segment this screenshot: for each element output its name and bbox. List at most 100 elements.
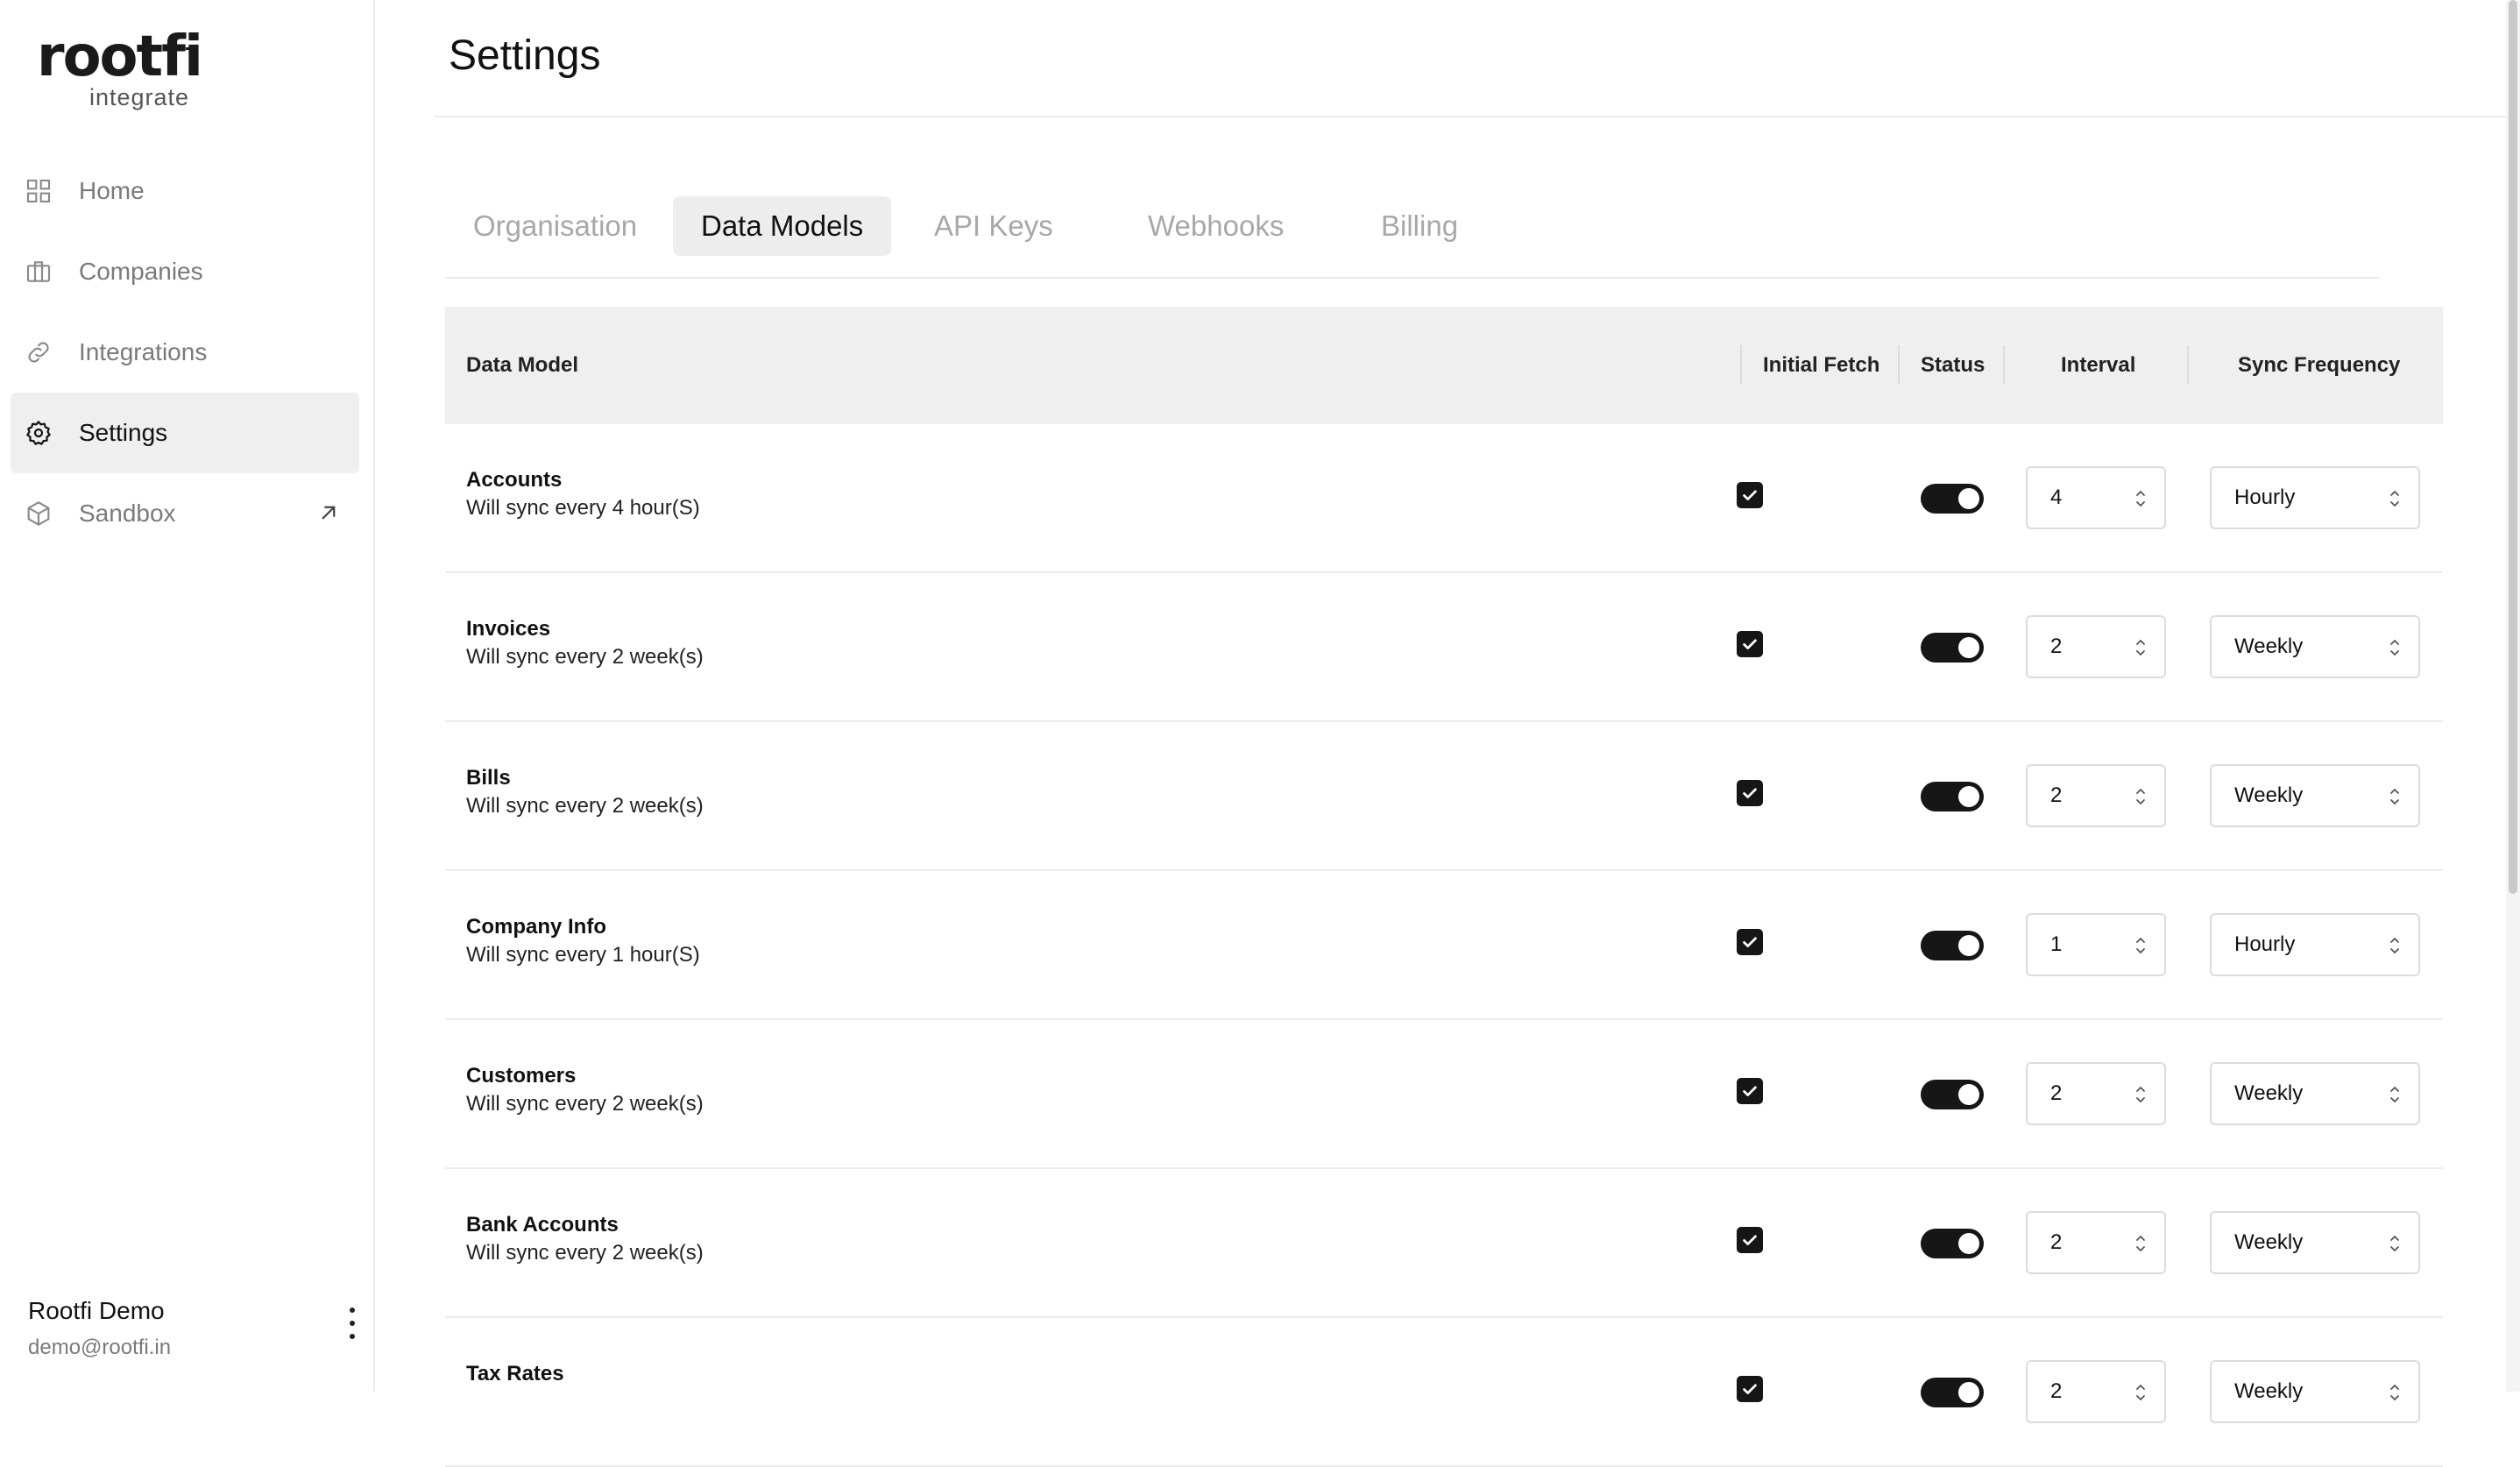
status-toggle[interactable]: [1921, 1229, 1984, 1258]
column-divider: [2187, 345, 2189, 384]
initial-fetch-checkbox[interactable]: [1737, 929, 1763, 955]
sync-frequency-select[interactable]: Weekly: [2210, 1211, 2420, 1274]
initial-fetch-checkbox[interactable]: [1737, 631, 1763, 657]
initial-fetch-checkbox[interactable]: [1737, 780, 1763, 806]
checkmark-icon: [1743, 1086, 1757, 1096]
toggle-knob: [1958, 1084, 1979, 1105]
checkmark-icon: [1743, 1235, 1757, 1245]
interval-input[interactable]: 2: [2026, 615, 2166, 678]
stepper-arrows-icon[interactable]: [2134, 934, 2147, 957]
status-toggle[interactable]: [1921, 931, 1984, 960]
toggle-knob: [1958, 935, 1979, 956]
interval-input[interactable]: 1: [2026, 913, 2166, 976]
external-link-icon: [322, 506, 336, 520]
logo-subtitle: integrate: [89, 84, 190, 110]
sync-frequency-select[interactable]: Weekly: [2210, 615, 2420, 678]
checkmark-icon: [1743, 490, 1757, 500]
sidebar-item-label: Settings: [79, 419, 168, 446]
sidebar-item-label: Sandbox: [79, 500, 176, 527]
column-header-initial-fetch: Initial Fetch: [1763, 353, 1880, 377]
table-body: Accounts Will sync every 4 hour(S) 4 Hou…: [445, 424, 2443, 1467]
rootfi-logo[interactable]: rootfi integrate: [37, 25, 212, 117]
checkmark-icon: [1743, 1384, 1757, 1394]
scrollbar-thumb[interactable]: [2509, 0, 2517, 894]
sync-frequency-select[interactable]: Weekly: [2210, 1062, 2420, 1125]
column-header-interval: Interval: [2061, 353, 2136, 377]
status-toggle[interactable]: [1921, 782, 1984, 811]
stepper-arrows-icon[interactable]: [2134, 636, 2147, 659]
tab-data-models[interactable]: Data Models: [673, 196, 892, 256]
sync-frequency-select[interactable]: Hourly: [2210, 913, 2420, 976]
data-models-table: Data Model Initial Fetch Status Interval…: [445, 307, 2443, 1467]
initial-fetch-checkbox[interactable]: [1737, 1376, 1763, 1402]
logo-corner-mark: [186, 47, 198, 60]
tab-organisation[interactable]: Organisation: [445, 196, 665, 256]
sync-frequency-value: Hourly: [2234, 932, 2296, 956]
initial-fetch-checkbox[interactable]: [1737, 1227, 1763, 1253]
initial-fetch-checkbox[interactable]: [1737, 482, 1763, 508]
sidebar-item-integrations[interactable]: Integrations: [11, 312, 359, 393]
data-model-sync-description: Will sync every 2 week(s): [466, 1241, 704, 1265]
sidebar-item-settings[interactable]: Settings: [11, 393, 359, 473]
stepper-arrows-icon[interactable]: [2134, 1083, 2147, 1106]
sync-frequency-value: Hourly: [2234, 485, 2296, 509]
interval-input[interactable]: 2: [2026, 1360, 2166, 1423]
status-toggle[interactable]: [1921, 1080, 1984, 1109]
chevron-up-down-icon: [2390, 1385, 2399, 1400]
stepper-arrows-icon[interactable]: [2134, 1381, 2147, 1404]
main-content: Settings Organisation Data Models API Ke…: [375, 0, 2520, 1467]
sync-frequency-select[interactable]: Weekly: [2210, 1360, 2420, 1423]
status-toggle[interactable]: [1921, 1378, 1984, 1407]
initial-fetch-checkbox[interactable]: [1737, 1078, 1763, 1104]
toggle-knob: [1958, 786, 1979, 807]
data-model-name: Company Info: [466, 915, 606, 939]
sidebar-item-label: Companies: [79, 258, 203, 285]
status-toggle[interactable]: [1921, 633, 1984, 663]
tab-webhooks[interactable]: Webhooks: [1120, 196, 1312, 256]
tab-api-keys[interactable]: API Keys: [906, 196, 1081, 256]
more-vertical-icon[interactable]: [343, 1308, 361, 1339]
sync-frequency-value: Weekly: [2234, 1230, 2304, 1254]
interval-value: 4: [2050, 485, 2063, 509]
table-row: Bank Accounts Will sync every 2 week(s) …: [445, 1169, 2443, 1318]
toggle-knob: [1958, 1382, 1979, 1403]
link-icon: [25, 338, 53, 366]
interval-input[interactable]: 2: [2026, 764, 2166, 827]
logo-wordmark: rootfi: [37, 25, 203, 89]
page-header: Settings: [435, 0, 2520, 117]
sidebar: rootfi integrate Home Companies Integrat…: [0, 0, 375, 1392]
sync-frequency-value: Weekly: [2234, 1379, 2304, 1403]
sync-frequency-select[interactable]: Hourly: [2210, 466, 2420, 529]
sidebar-item-companies[interactable]: Companies: [11, 231, 359, 312]
table-row: Bills Will sync every 2 week(s) 2 Weekly: [445, 722, 2443, 871]
interval-input[interactable]: 2: [2026, 1211, 2166, 1274]
sidebar-nav: Home Companies Integrations Settings San…: [11, 151, 359, 554]
stepper-arrows-icon[interactable]: [2134, 785, 2147, 808]
sync-frequency-value: Weekly: [2234, 1081, 2304, 1105]
sync-frequency-select[interactable]: Weekly: [2210, 764, 2420, 827]
briefcase-icon: [25, 258, 53, 286]
stepper-arrows-icon[interactable]: [2134, 487, 2147, 510]
sidebar-item-label: Home: [79, 177, 145, 204]
interval-input[interactable]: 4: [2026, 466, 2166, 529]
tab-billing[interactable]: Billing: [1353, 196, 1486, 256]
sync-frequency-value: Weekly: [2234, 634, 2304, 658]
user-email: demo@rootfi.in: [28, 1336, 172, 1359]
column-divider: [1898, 345, 1900, 384]
status-toggle[interactable]: [1921, 484, 1984, 514]
grid-icon: [25, 177, 53, 205]
stepper-arrows-icon[interactable]: [2134, 1232, 2147, 1255]
interval-input[interactable]: 2: [2026, 1062, 2166, 1125]
sidebar-item-sandbox[interactable]: Sandbox: [11, 473, 359, 554]
chevron-up-down-icon: [2390, 491, 2399, 507]
interval-value: 2: [2050, 783, 2063, 807]
sidebar-item-home[interactable]: Home: [11, 151, 359, 231]
column-header-sync-frequency: Sync Frequency: [2238, 353, 2401, 377]
chevron-up-down-icon: [2390, 938, 2399, 953]
table-row: Accounts Will sync every 4 hour(S) 4 Hou…: [445, 424, 2443, 573]
sync-frequency-value: Weekly: [2234, 783, 2304, 807]
interval-value: 2: [2050, 1379, 2063, 1403]
checkmark-icon: [1743, 937, 1757, 947]
data-model-name: Accounts: [466, 468, 563, 492]
vertical-scrollbar[interactable]: [2506, 0, 2520, 1392]
